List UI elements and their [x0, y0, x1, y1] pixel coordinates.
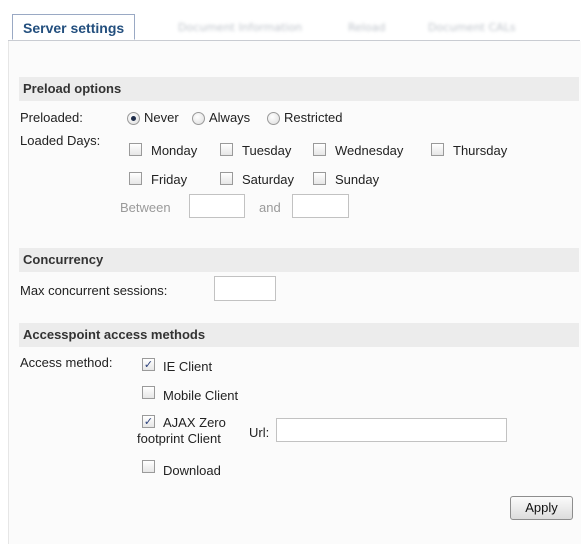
checkbox-friday[interactable] [129, 172, 142, 185]
checkbox-saturday[interactable] [220, 172, 233, 185]
radio-always-label: Always [209, 110, 251, 125]
radio-never[interactable] [127, 112, 140, 125]
settings-panel: Preload options Preloaded: Never Always … [8, 41, 581, 544]
day-tuesday-label: Tuesday [242, 143, 292, 158]
radio-never-label: Never [144, 110, 179, 125]
url-input[interactable] [276, 418, 507, 442]
url-label: Url: [249, 425, 270, 440]
download-label: Download [163, 463, 221, 478]
mobile-client-label: Mobile Client [163, 388, 239, 403]
preloaded-label: Preloaded: [20, 110, 83, 125]
access-method-label: Access method: [20, 355, 113, 370]
tab-server-settings[interactable]: Server settings [12, 14, 136, 40]
radio-restricted[interactable] [267, 112, 280, 125]
checkbox-ajax-client[interactable]: ✓ [142, 415, 155, 428]
day-saturday-label: Saturday [242, 172, 295, 187]
day-monday-label: Monday [151, 143, 198, 158]
between-from-input[interactable] [189, 194, 245, 218]
loaded-days-label: Loaded Days: [20, 133, 101, 148]
preload-options-header: Preload options [19, 77, 579, 101]
tab-bar: Server settings Document Information Rel… [8, 14, 580, 41]
max-concurrent-sessions-input[interactable] [214, 276, 276, 301]
checkbox-monday[interactable] [129, 143, 142, 156]
checkbox-thursday[interactable] [431, 143, 444, 156]
checkbox-sunday[interactable] [313, 172, 326, 185]
max-concurrent-sessions-label: Max concurrent sessions: [20, 283, 168, 298]
checkbox-tuesday[interactable] [220, 143, 233, 156]
checkbox-download[interactable] [142, 460, 155, 473]
radio-always[interactable] [192, 112, 205, 125]
day-wednesday-label: Wednesday [335, 143, 404, 158]
day-sunday-label: Sunday [335, 172, 380, 187]
tab-reload[interactable]: Reload [348, 20, 385, 36]
ie-client-label: IE Client [163, 359, 213, 374]
between-label: Between [120, 200, 171, 215]
apply-button[interactable]: Apply [510, 496, 573, 520]
ajax-client-label-line2: footprint Client [137, 431, 221, 446]
and-label: and [259, 200, 281, 215]
checkbox-ie-client[interactable]: ✓ [142, 358, 155, 371]
tab-document-information[interactable]: Document Information [178, 20, 302, 36]
checkbox-wednesday[interactable] [313, 143, 326, 156]
access-methods-header: Accesspoint access methods [19, 323, 579, 347]
day-friday-label: Friday [151, 172, 188, 187]
ajax-client-label-line1: AJAX Zero [163, 415, 226, 430]
between-to-input[interactable] [292, 194, 349, 218]
tab-document-cals[interactable]: Document CALs [428, 20, 516, 36]
radio-restricted-label: Restricted [284, 110, 343, 125]
concurrency-header: Concurrency [19, 248, 579, 272]
day-thursday-label: Thursday [453, 143, 508, 158]
checkbox-mobile-client[interactable] [142, 386, 155, 399]
